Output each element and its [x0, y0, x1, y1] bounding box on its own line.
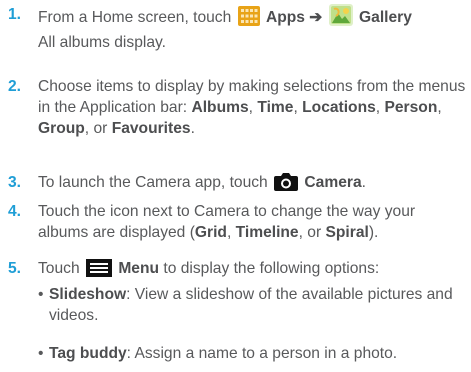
gallery-label: Gallery	[359, 9, 412, 26]
step-text: From a Home screen, touch Apps ➔ Gallery…	[38, 4, 468, 53]
step-text: Choose items to display by making select…	[38, 78, 466, 137]
apps-grid-icon	[237, 6, 260, 32]
step-text: Touch the icon next to Camera to change …	[38, 203, 416, 241]
step-number: 1.	[8, 6, 22, 23]
step-number: 4.	[8, 203, 22, 220]
arrow-icon: ➔	[309, 9, 323, 26]
menu-icon	[85, 259, 112, 283]
gallery-icon	[328, 4, 353, 32]
step-number: 5.	[8, 260, 22, 277]
step-text: To launch the Camera app, touch Camera.	[38, 172, 468, 197]
apps-label: Apps	[265, 9, 305, 26]
step-number: 2.	[8, 78, 22, 95]
camera-icon	[274, 173, 299, 197]
camera-label: Camera	[304, 174, 362, 191]
step-text: Touch Menu to display the following opti…	[38, 258, 468, 283]
bullet: •	[38, 345, 44, 362]
menu-label: Menu	[118, 260, 160, 277]
bullet: •	[38, 286, 44, 303]
step-number: 3.	[8, 174, 22, 191]
